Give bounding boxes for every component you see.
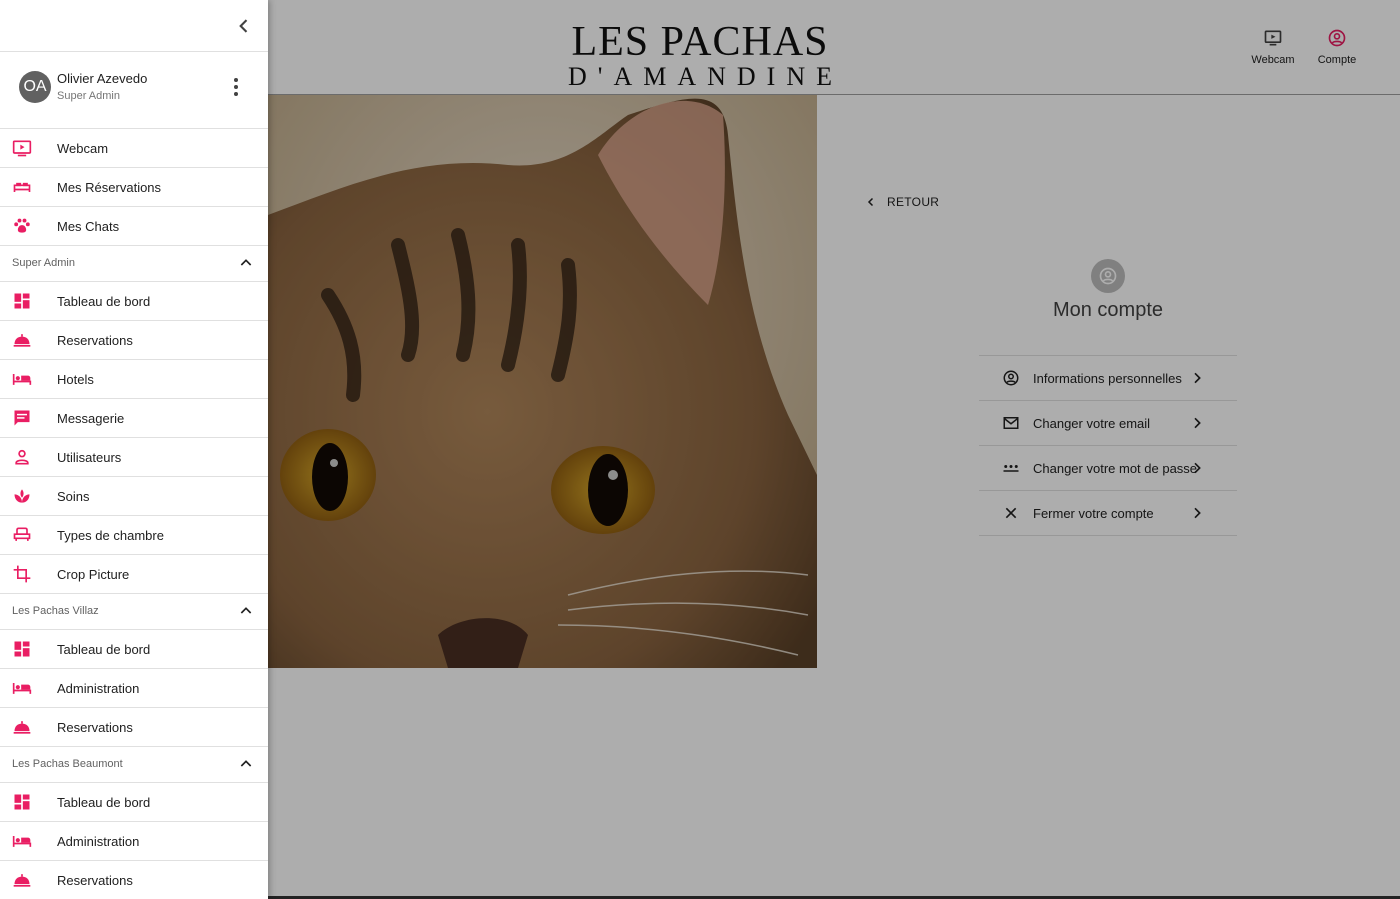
user-name: Olivier Azevedo <box>57 71 148 86</box>
dashboard-icon <box>14 293 30 309</box>
nav-item-label: Tableau de bord <box>57 642 151 657</box>
nav-item-label: Soins <box>57 489 90 504</box>
navigation-drawer: OA Olivier Azevedo Super Admin Webcam Me… <box>0 0 268 899</box>
nav-item-label: Crop Picture <box>57 567 130 582</box>
nav-item-label: Administration <box>57 681 140 696</box>
user-role: Super Admin <box>57 90 120 102</box>
nav-item-label: Types de chambre <box>57 528 164 543</box>
nav-item-label: Reservations <box>57 720 133 735</box>
nav-item-mes-reservations[interactable]: Mes Réservations <box>0 168 268 207</box>
nav-item-administration-villaz[interactable]: Administration <box>0 669 268 708</box>
nav-item-mes-chats[interactable]: Mes Chats <box>0 207 268 246</box>
nav-item-utilisateurs[interactable]: Utilisateurs <box>0 438 268 477</box>
room-service-icon <box>13 874 31 887</box>
seat-icon <box>13 527 31 541</box>
room-service-icon <box>13 721 31 734</box>
nav-item-hotels[interactable]: Hotels <box>0 360 268 399</box>
hotel-bed-icon <box>12 374 32 385</box>
nav-item-label: Reservations <box>57 333 133 348</box>
hotel-bed-icon <box>12 683 32 694</box>
nav-item-label: Tableau de bord <box>57 795 151 810</box>
bed-icon <box>13 182 31 192</box>
drawer-header <box>0 0 268 52</box>
dashboard-icon <box>14 794 30 810</box>
nav-item-label: Utilisateurs <box>57 450 122 465</box>
message-icon <box>14 410 30 426</box>
hotel-bed-icon <box>12 836 32 847</box>
section-title: Les Pachas Villaz <box>12 605 99 617</box>
nav-item-reservations[interactable]: Reservations <box>0 321 268 360</box>
nav-item-label: Mes Réservations <box>57 180 162 195</box>
nav-item-soins[interactable]: Soins <box>0 477 268 516</box>
nav-item-label: Webcam <box>57 141 109 156</box>
nav-item-tableau-de-bord[interactable]: Tableau de bord <box>0 282 268 321</box>
section-title: Super Admin <box>12 257 75 269</box>
spa-icon <box>14 489 30 503</box>
section-les-pachas-villaz[interactable]: Les Pachas Villaz <box>0 594 268 630</box>
dashboard-icon <box>14 641 30 657</box>
nav-item-crop-picture[interactable]: Crop Picture <box>0 555 268 594</box>
section-les-pachas-beaumont[interactable]: Les Pachas Beaumont <box>0 747 268 783</box>
tv-play-icon <box>12 140 32 157</box>
more-vert-icon[interactable] <box>232 78 240 96</box>
chevron-up-icon <box>240 760 252 767</box>
nav-item-reservations-beaumont[interactable]: Reservations <box>0 861 268 899</box>
nav-item-label: Hotels <box>57 372 94 387</box>
user-profile: OA Olivier Azevedo Super Admin <box>0 52 268 129</box>
section-super-admin[interactable]: Super Admin <box>0 246 268 282</box>
person-icon <box>15 449 29 465</box>
nav-item-reservations-villaz[interactable]: Reservations <box>0 708 268 747</box>
nav-item-types-de-chambre[interactable]: Types de chambre <box>0 516 268 555</box>
nav-item-administration-beaumont[interactable]: Administration <box>0 822 268 861</box>
room-service-icon <box>13 334 31 347</box>
section-title: Les Pachas Beaumont <box>12 758 123 770</box>
paw-icon <box>14 218 30 233</box>
nav-item-label: Mes Chats <box>57 219 120 234</box>
nav-item-label: Messagerie <box>57 411 125 426</box>
nav-item-tableau-de-bord-beaumont[interactable]: Tableau de bord <box>0 783 268 822</box>
nav-item-label: Tableau de bord <box>57 294 151 309</box>
chevron-up-icon <box>240 259 252 266</box>
chevron-left-icon[interactable] <box>234 16 254 36</box>
nav-item-webcam[interactable]: Webcam <box>0 129 268 168</box>
avatar: OA <box>19 71 51 103</box>
nav-item-messagerie[interactable]: Messagerie <box>0 399 268 438</box>
chevron-up-icon <box>240 607 252 614</box>
nav-item-label: Reservations <box>57 873 133 888</box>
crop-icon <box>13 565 31 583</box>
nav-item-tableau-de-bord-villaz[interactable]: Tableau de bord <box>0 630 268 669</box>
nav-item-label: Administration <box>57 834 140 849</box>
